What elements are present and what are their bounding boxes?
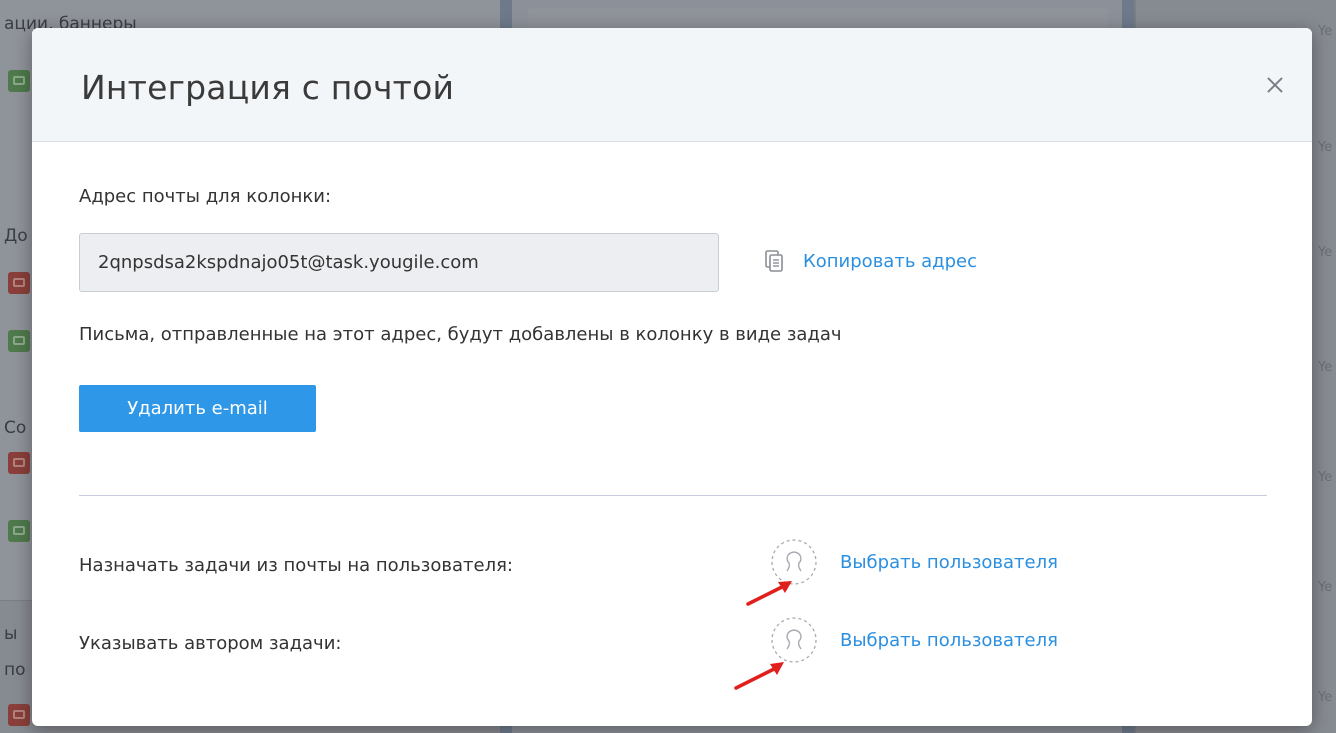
assign-user-picker[interactable]: Выбрать пользователя [770,538,1058,586]
email-section-label: Адрес почты для колонки: [79,186,332,207]
board-card-meta: Ye [1318,690,1333,705]
section-divider [79,495,1267,496]
board-card-meta: Ye [1318,24,1333,39]
delete-email-button[interactable]: Удалить e-mail [79,385,316,432]
copy-address-link[interactable]: Копировать адрес [765,250,977,272]
board-card-meta: Ye [1318,580,1333,595]
task-author-label: Указывать автором задачи: [79,633,342,654]
modal-title: Интеграция с почтой [81,68,455,107]
copy-address-label: Копировать адрес [803,250,978,272]
board-card-meta: Ye [1318,470,1333,485]
email-integration-modal: Интеграция с почтой Адрес почты для коло… [32,28,1312,726]
close-icon[interactable] [1262,72,1288,98]
copy-icon [765,250,783,272]
board-card-meta: Ye [1318,140,1333,155]
board-card-meta: Ye [1318,360,1333,375]
board-card-title: по [4,660,26,680]
board-card-title: Со [4,418,27,438]
board-card-meta: Ye [1318,245,1333,260]
board-card-calendar-icon [8,704,30,726]
email-hint-text: Письма, отправленные на этот адрес, буду… [79,324,842,345]
assign-user-label: Назначать задачи из почты на пользовател… [79,555,513,576]
annotation-arrow-icon [734,662,784,690]
board-card-title: До [4,226,28,246]
task-author-picker[interactable]: Выбрать пользователя [770,616,1058,664]
board-card-tag-icon [8,520,30,542]
annotation-arrow-icon [746,581,792,606]
board-card-title: ы [4,624,18,644]
board-card-tag-icon [8,330,30,352]
select-user-link: Выбрать пользователя [840,551,1058,573]
select-author-link: Выбрать пользователя [840,629,1058,651]
board-card-calendar-icon [8,272,30,294]
modal-header: Интеграция с почтой [32,28,1312,142]
board-card-tag-icon [8,70,30,92]
user-placeholder-icon [770,616,818,664]
email-address-field[interactable] [79,233,719,292]
board-card-calendar-icon [8,452,30,474]
